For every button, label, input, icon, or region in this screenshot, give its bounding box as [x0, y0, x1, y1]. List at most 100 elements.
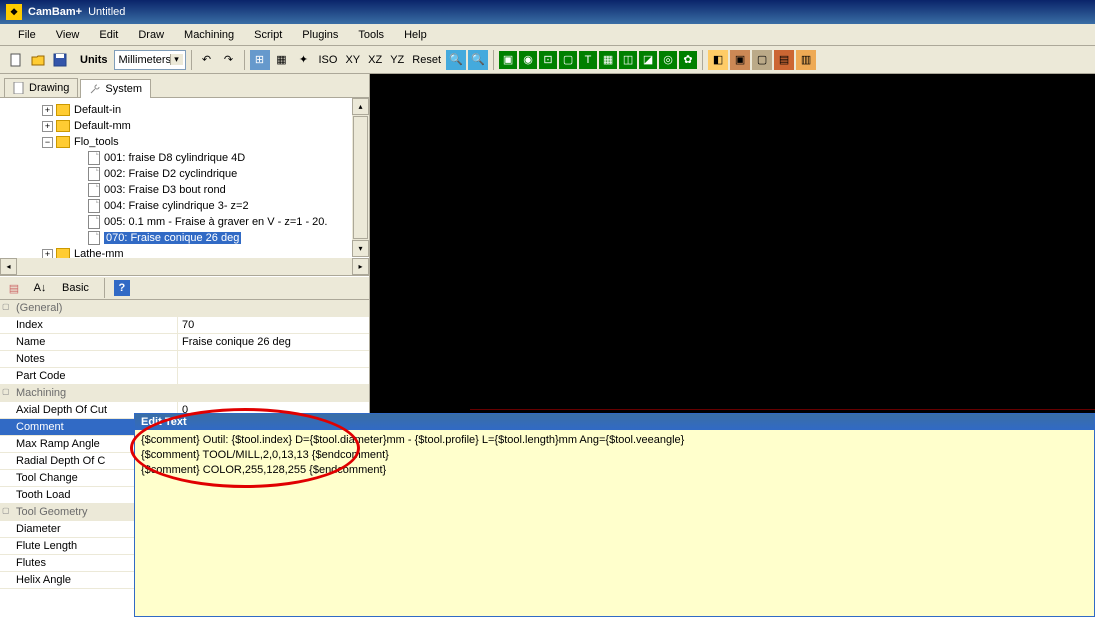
mop-3d-icon[interactable]: ▦ [599, 51, 617, 69]
grid2-icon[interactable]: ▦ [272, 50, 292, 70]
side-tabs: Drawing System [0, 74, 369, 98]
iso-button[interactable]: ISO [316, 54, 341, 66]
tree-item[interactable]: 004: Fraise cylindrique 3- z=2 [2, 198, 367, 214]
app-title: CamBam+ [28, 6, 82, 18]
tree-item[interactable]: + Default-in [2, 102, 367, 118]
menu-edit[interactable]: Edit [89, 26, 128, 44]
folder-icon [56, 136, 70, 148]
xy-button[interactable]: XY [342, 54, 363, 66]
tree-item[interactable]: 070: Fraise conique 26 deg [2, 230, 367, 246]
tool2-icon[interactable]: ▣ [730, 50, 750, 70]
mop-engrave-icon[interactable]: ⊡ [539, 51, 557, 69]
scroll-down-icon[interactable]: ▾ [352, 240, 369, 257]
scroll-up-icon[interactable]: ▴ [352, 98, 369, 115]
tab-system[interactable]: System [80, 79, 151, 98]
tree-item[interactable]: 005: 0.1 mm - Fraise à graver en V - z=1… [2, 214, 367, 230]
save-icon[interactable] [50, 50, 70, 70]
new-file-icon[interactable] [6, 50, 26, 70]
expander-icon[interactable]: + [42, 105, 53, 116]
tree-item[interactable]: 002: Fraise D2 cyclindrique [2, 166, 367, 182]
menu-bar: File View Edit Draw Machining Script Plu… [0, 24, 1095, 46]
edit-text-body[interactable]: {$comment} Outil: {$tool.index} D={$tool… [135, 430, 1094, 479]
categorize-icon[interactable]: ▤ [4, 278, 24, 298]
expander-icon[interactable]: − [42, 137, 53, 148]
tool5-icon[interactable]: ▥ [796, 50, 816, 70]
zoom1-icon[interactable]: 🔍 [446, 50, 466, 70]
menu-plugins[interactable]: Plugins [292, 26, 348, 44]
scroll-right-icon[interactable]: ▸ [352, 258, 369, 275]
tree-item-label: 070: Fraise conique 26 deg [104, 232, 241, 244]
redo-icon[interactable]: ↷ [219, 50, 239, 70]
axis-x-line [470, 409, 1095, 410]
category-machining[interactable]: Machining [0, 385, 369, 402]
tree-scrollbar-horizontal[interactable]: ◂ ▸ [0, 258, 369, 275]
reset-button[interactable]: Reset [409, 54, 444, 66]
tool1-icon[interactable]: ◧ [708, 50, 728, 70]
page-icon [13, 82, 25, 94]
prop-notes-value[interactable] [178, 351, 369, 367]
tree-item-label: 003: Fraise D3 bout rond [104, 184, 226, 196]
file-icon [88, 183, 100, 197]
mop-pocket-icon[interactable]: ◉ [519, 51, 537, 69]
tree-item-label: Flo_tools [74, 136, 119, 148]
prop-partcode-label[interactable]: Part Code [0, 368, 178, 384]
scroll-left-icon[interactable]: ◂ [0, 258, 17, 275]
file-icon [88, 215, 100, 229]
mop-cube1-icon[interactable]: ◫ [619, 51, 637, 69]
menu-help[interactable]: Help [394, 26, 437, 44]
prop-name-value[interactable]: Fraise conique 26 deg [178, 334, 369, 350]
tree-item-label: 001: fraise D8 cylindrique 4D [104, 152, 245, 164]
tree-item-label: 002: Fraise D2 cyclindrique [104, 168, 237, 180]
sort-az-icon[interactable]: A↓ [30, 278, 50, 298]
tree-scrollbar-vertical[interactable]: ▴ ▾ [352, 98, 369, 257]
menu-file[interactable]: File [8, 26, 46, 44]
wrench-icon [89, 83, 101, 95]
menu-machining[interactable]: Machining [174, 26, 244, 44]
file-icon [88, 199, 100, 213]
mop-drill-icon[interactable]: ▢ [559, 51, 577, 69]
mop-text-icon[interactable]: T [579, 51, 597, 69]
mop-cube2-icon[interactable]: ◪ [639, 51, 657, 69]
mop-circle-icon[interactable]: ◎ [659, 51, 677, 69]
tree-item[interactable]: − Flo_tools [2, 134, 367, 150]
main-toolbar: Units Millimeters ↶ ↷ ⊞ ▦ ✦ ISO XY XZ YZ… [0, 46, 1095, 74]
mop-profile-icon[interactable]: ▣ [499, 51, 517, 69]
menu-tools[interactable]: Tools [348, 26, 394, 44]
mop-gear-icon[interactable]: ✿ [679, 51, 697, 69]
menu-script[interactable]: Script [244, 26, 292, 44]
category-general[interactable]: (General) [0, 300, 369, 317]
basic-label[interactable]: Basic [56, 282, 95, 294]
file-icon [88, 231, 100, 245]
xz-button[interactable]: XZ [365, 54, 385, 66]
units-label: Units [72, 54, 112, 66]
tree-item[interactable]: 001: fraise D8 cylindrique 4D [2, 150, 367, 166]
grid1-icon[interactable]: ⊞ [250, 50, 270, 70]
help-icon[interactable]: ? [114, 280, 130, 296]
tree-item[interactable]: + Default-mm [2, 118, 367, 134]
menu-view[interactable]: View [46, 26, 90, 44]
folder-icon [56, 120, 70, 132]
tree-item-label: 005: 0.1 mm - Fraise à graver en V - z=1… [104, 216, 327, 228]
prop-name-label[interactable]: Name [0, 334, 178, 350]
undo-icon[interactable]: ↶ [197, 50, 217, 70]
prop-notes-label[interactable]: Notes [0, 351, 178, 367]
prop-index-value[interactable]: 70 [178, 317, 369, 333]
prop-partcode-value[interactable] [178, 368, 369, 384]
tool3-icon[interactable]: ▢ [752, 50, 772, 70]
axes-icon[interactable]: ✦ [294, 50, 314, 70]
yz-button[interactable]: YZ [387, 54, 407, 66]
tree-view[interactable]: + Default-in + Default-mm − Flo_tools 001: fra… [0, 98, 369, 276]
units-select[interactable]: Millimeters [114, 50, 186, 70]
app-logo-icon: ❖ [6, 4, 22, 20]
zoom2-icon[interactable]: 🔍 [468, 50, 488, 70]
tab-drawing[interactable]: Drawing [4, 78, 78, 97]
tree-item-label: Default-in [74, 104, 121, 116]
expander-icon[interactable]: + [42, 121, 53, 132]
tree-item[interactable]: 003: Fraise D3 bout rond [2, 182, 367, 198]
open-file-icon[interactable] [28, 50, 48, 70]
menu-draw[interactable]: Draw [128, 26, 174, 44]
prop-index-label[interactable]: Index [0, 317, 178, 333]
property-toolbar: ▤ A↓ Basic ? [0, 276, 369, 300]
tool4-icon[interactable]: ▤ [774, 50, 794, 70]
tree-item-label: Default-mm [74, 120, 131, 132]
